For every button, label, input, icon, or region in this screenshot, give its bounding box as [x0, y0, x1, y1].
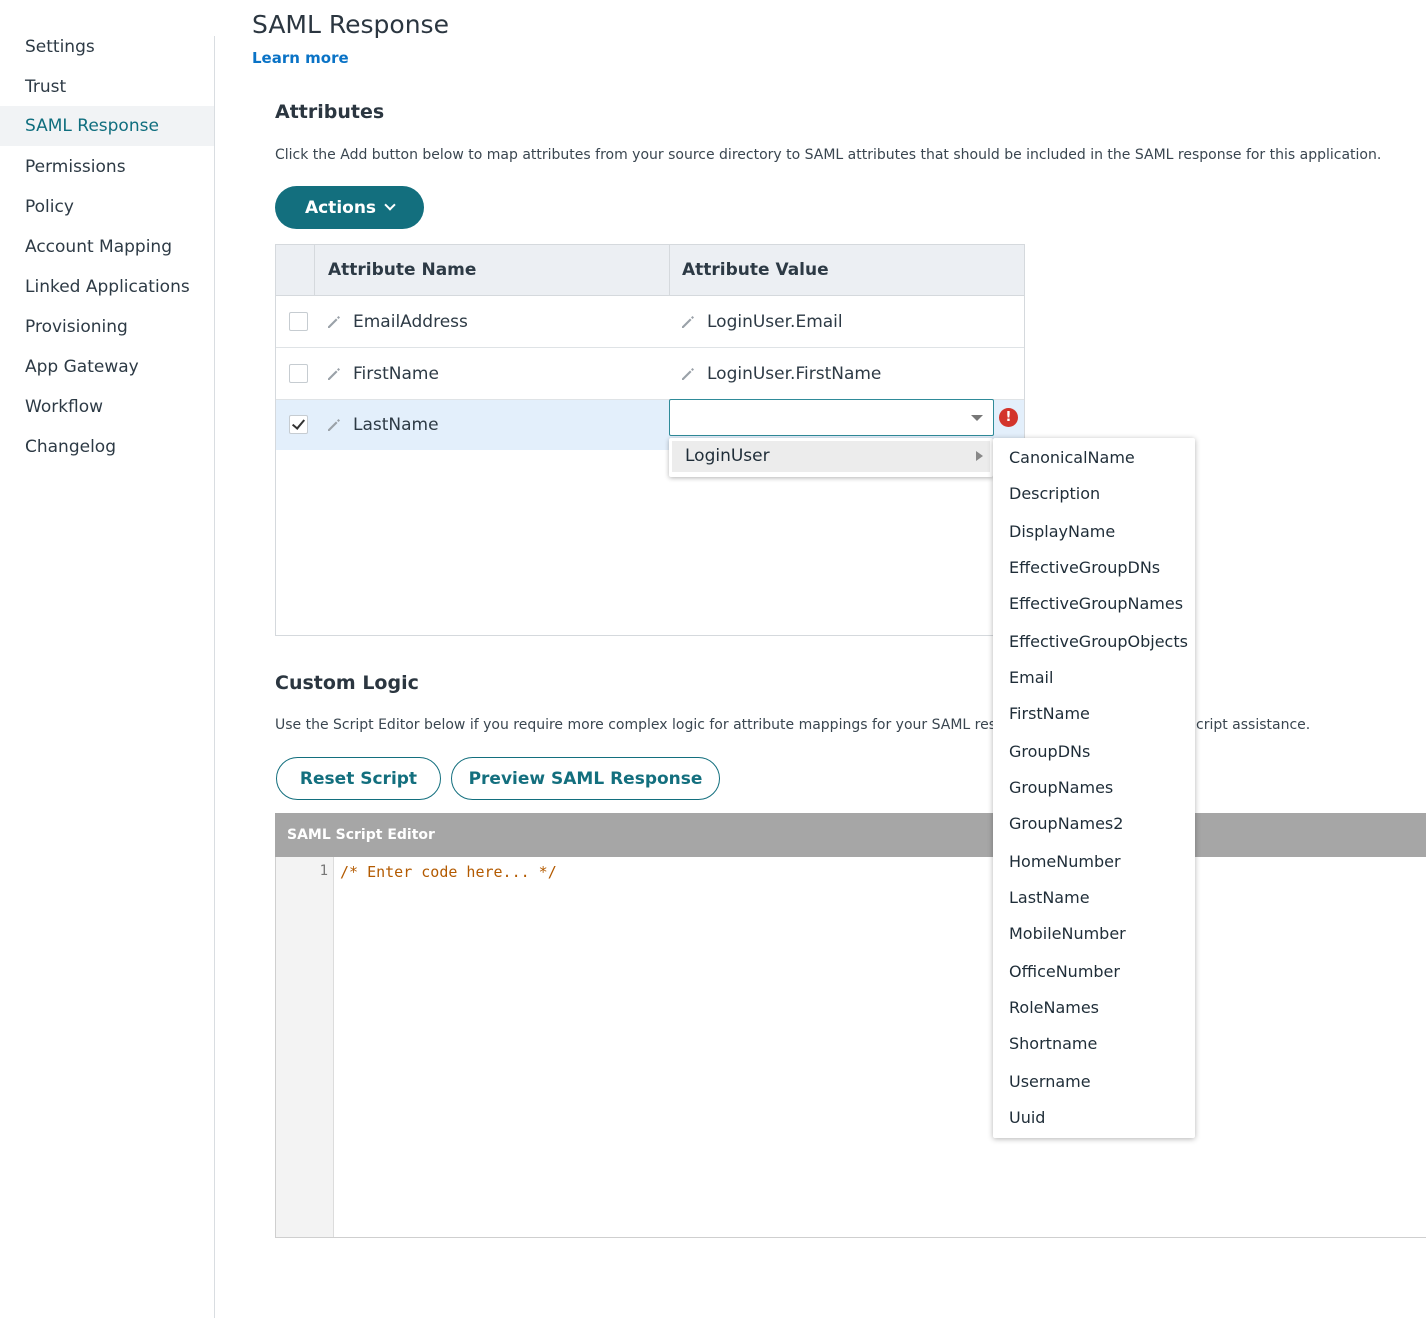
preview-saml-response-button[interactable]: Preview SAML Response — [451, 757, 720, 800]
submenu-item[interactable]: FirstName — [1009, 704, 1090, 723]
custom-logic-description-tail: cript assistance. — [1196, 717, 1311, 733]
sidebar-item-account-mapping[interactable]: Account Mapping — [0, 227, 214, 267]
sidebar-divider — [214, 36, 215, 1318]
sidebar-item-settings[interactable]: Settings — [0, 27, 214, 67]
submenu-item[interactable]: HomeNumber — [1009, 852, 1121, 871]
line-number: 1 — [319, 863, 328, 879]
custom-logic-description: Use the Script Editor below if you requi… — [275, 717, 996, 733]
submenu-arrow-icon — [976, 451, 983, 461]
custom-logic-title: Custom Logic — [275, 672, 419, 694]
submenu-item[interactable]: GroupNames — [1009, 778, 1113, 797]
chevron-down-icon — [384, 199, 396, 211]
attribute-name-cell: LastName — [353, 415, 439, 435]
menu-item-label: LoginUser — [685, 446, 770, 466]
submenu-item[interactable]: GroupNames2 — [1009, 814, 1123, 833]
sidebar-item-workflow[interactable]: Workflow — [0, 387, 214, 427]
sidebar-item-provisioning[interactable]: Provisioning — [0, 307, 214, 347]
sidebar-item-linked-applications[interactable]: Linked Applications — [0, 267, 214, 307]
attribute-value-cell: LoginUser.FirstName — [707, 364, 882, 384]
row-checkbox[interactable] — [289, 415, 308, 434]
submenu-item[interactable]: Email — [1009, 668, 1053, 687]
actions-button[interactable]: Actions — [275, 186, 424, 229]
row-checkbox[interactable] — [289, 312, 308, 331]
table-row[interactable]: FirstName LoginUser.FirstName — [276, 348, 1024, 400]
attribute-name-cell: FirstName — [353, 364, 439, 384]
code-line[interactable]: /* Enter code here... */ — [340, 863, 557, 881]
attributes-title: Attributes — [275, 101, 385, 123]
submenu-item[interactable]: Username — [1009, 1072, 1091, 1091]
submenu-item[interactable]: GroupDNs — [1009, 742, 1090, 761]
caret-down-icon[interactable] — [971, 415, 983, 421]
script-editor-header: SAML Script Editor — [275, 813, 1426, 857]
pencil-icon[interactable] — [326, 417, 342, 433]
learn-more-link[interactable]: Learn more — [252, 49, 349, 67]
header-separator — [314, 245, 315, 296]
sidebar-item-app-gateway[interactable]: App Gateway — [0, 347, 214, 387]
submenu-item[interactable]: LastName — [1009, 888, 1090, 907]
submenu-item[interactable]: DisplayName — [1009, 522, 1115, 541]
submenu-item[interactable]: OfficeNumber — [1009, 962, 1120, 981]
page-title: SAML Response — [252, 10, 449, 39]
attributes-description: Click the Add button below to map attrib… — [275, 147, 1382, 163]
table-row[interactable]: EmailAddress LoginUser.Email — [276, 296, 1024, 348]
sidebar-item-policy[interactable]: Policy — [0, 187, 214, 227]
submenu-item[interactable]: Uuid — [1009, 1108, 1045, 1127]
row-checkbox[interactable] — [289, 364, 308, 383]
sidebar-item-saml-response[interactable]: SAML Response — [0, 106, 214, 146]
attribute-value-cell: LoginUser.Email — [707, 312, 843, 332]
submenu-item[interactable]: RoleNames — [1009, 998, 1099, 1017]
sidebar-item-permissions[interactable]: Permissions — [0, 147, 214, 187]
pencil-icon[interactable] — [680, 366, 696, 382]
attribute-value-combobox[interactable] — [669, 399, 994, 436]
column-header-attribute-value[interactable]: Attribute Value — [682, 245, 829, 296]
sidebar-item-changelog[interactable]: Changelog — [0, 427, 214, 467]
submenu-item[interactable]: MobileNumber — [1009, 924, 1126, 943]
submenu-item[interactable]: Shortname — [1009, 1034, 1097, 1053]
submenu-item[interactable]: Description — [1009, 484, 1100, 503]
attribute-submenu: CanonicalName Description DisplayName Ef… — [993, 438, 1195, 1138]
error-icon: ! — [999, 408, 1018, 427]
column-header-attribute-name[interactable]: Attribute Name — [328, 245, 476, 296]
pencil-icon[interactable] — [326, 314, 342, 330]
pencil-icon[interactable] — [326, 366, 342, 382]
submenu-item[interactable]: EffectiveGroupNames — [1009, 594, 1183, 613]
sidebar-nav: Settings Trust SAML Response Permissions… — [0, 0, 215, 1318]
line-number-gutter: 1 — [276, 857, 334, 1237]
sidebar-item-trust[interactable]: Trust — [0, 67, 214, 107]
attribute-name-cell: EmailAddress — [353, 312, 468, 332]
submenu-item[interactable]: CanonicalName — [1009, 448, 1135, 467]
header-separator — [669, 245, 670, 296]
menu-item-loginuser[interactable]: LoginUser — [672, 441, 990, 472]
table-header: Attribute Name Attribute Value — [276, 245, 1024, 296]
script-editor[interactable]: 1 /* Enter code here... */ — [275, 857, 1426, 1238]
pencil-icon[interactable] — [680, 314, 696, 330]
reset-script-button[interactable]: Reset Script — [276, 757, 441, 800]
attribute-category-menu: LoginUser — [669, 438, 993, 477]
actions-button-label: Actions — [304, 197, 377, 218]
submenu-item[interactable]: EffectiveGroupObjects — [1009, 632, 1188, 651]
submenu-item[interactable]: EffectiveGroupDNs — [1009, 558, 1160, 577]
